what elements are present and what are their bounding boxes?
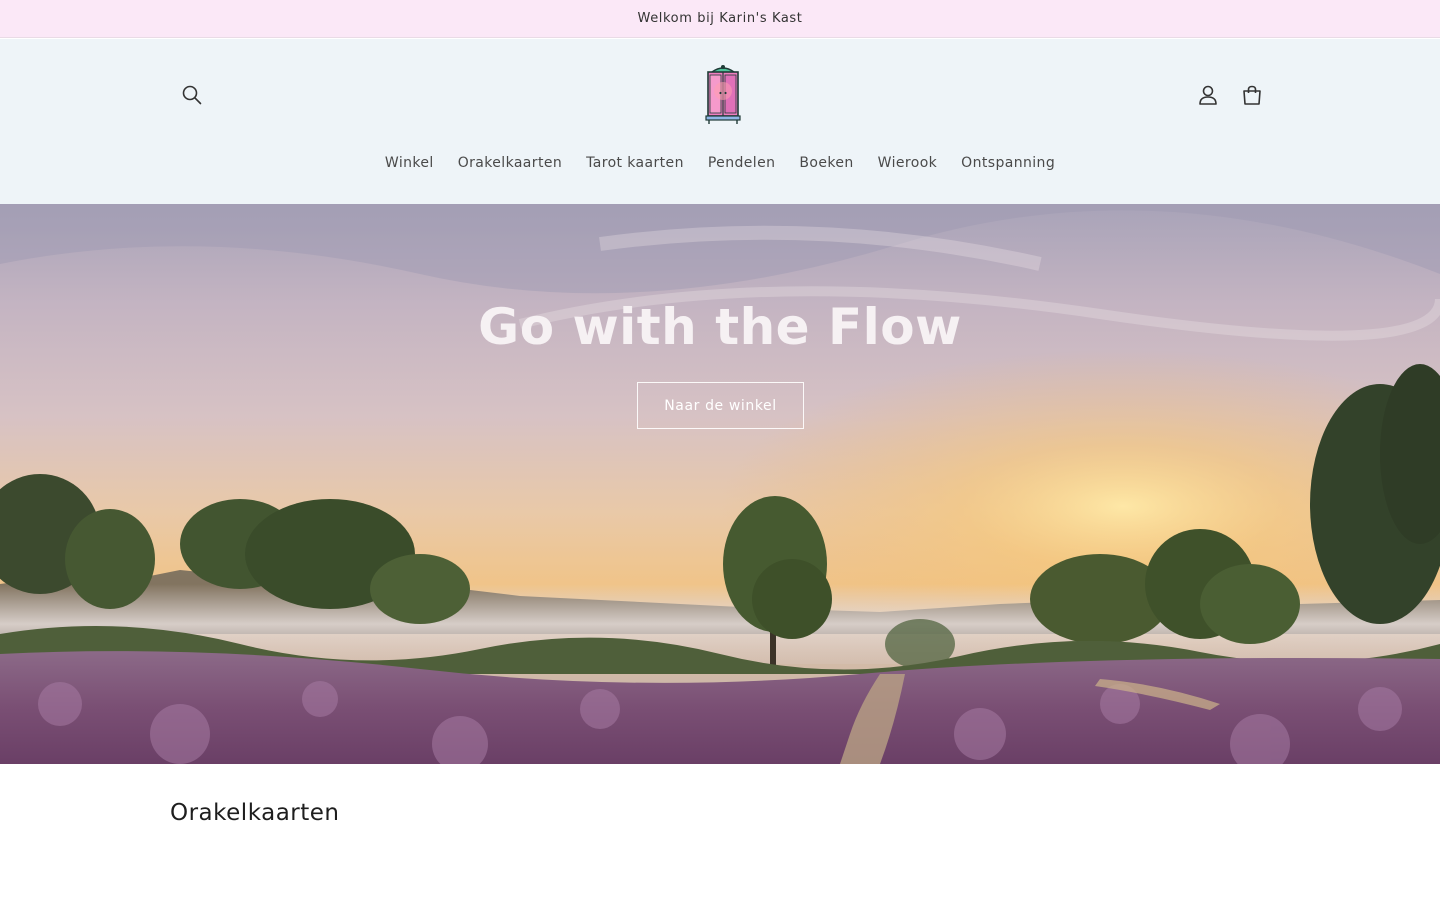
main-nav: Winkel Orakelkaarten Tarot kaarten Pende… [0, 151, 1440, 175]
nav-item-boeken[interactable]: Boeken [787, 155, 865, 171]
nav-item-wierook[interactable]: Wierook [866, 155, 950, 171]
nav-item-tarot-kaarten[interactable]: Tarot kaarten [574, 155, 696, 171]
account-button[interactable] [1186, 73, 1230, 117]
section-title: Orakelkaarten [170, 800, 340, 826]
hero-title: Go with the Flow [478, 298, 962, 356]
cart-icon [1243, 85, 1261, 105]
nav-item-pendelen[interactable]: Pendelen [696, 155, 788, 171]
announcement-text: Welkom bij Karin's Kast [637, 11, 803, 26]
hero-background-image [0, 204, 1440, 764]
cart-button[interactable] [1230, 73, 1274, 117]
nav-item-winkel[interactable]: Winkel [373, 155, 446, 171]
site-header: Winkel Orakelkaarten Tarot kaarten Pende… [0, 39, 1440, 204]
search-button[interactable] [170, 73, 214, 117]
search-icon [182, 85, 202, 105]
shop-now-button[interactable]: Naar de winkel [637, 382, 804, 429]
karins-kast-logo[interactable] [695, 63, 751, 125]
nav-item-ontspanning[interactable]: Ontspanning [949, 155, 1067, 171]
hero-banner: Go with the Flow Naar de winkel [0, 204, 1440, 764]
nav-item-orakelkaarten[interactable]: Orakelkaarten [446, 155, 574, 171]
account-icon [1199, 85, 1217, 105]
announcement-bar: Welkom bij Karin's Kast [0, 0, 1440, 38]
